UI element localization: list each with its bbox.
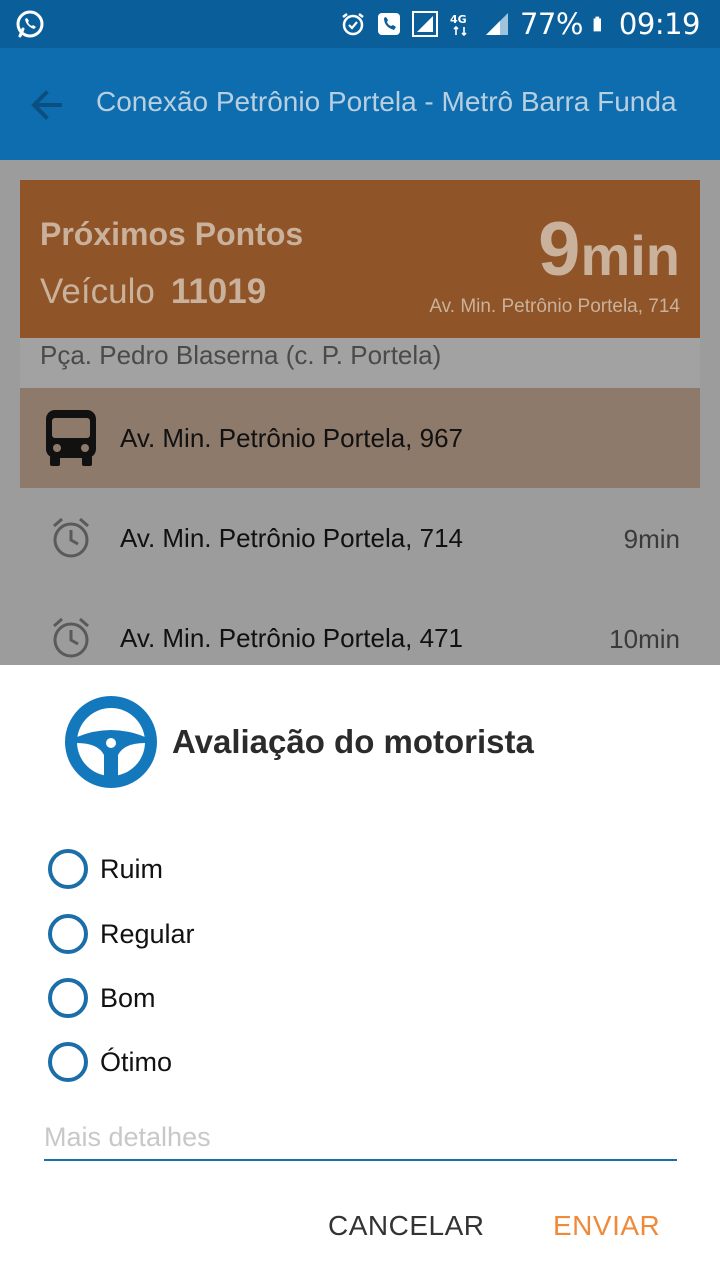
card-heading: Próximos Pontos <box>40 216 304 252</box>
details-input[interactable] <box>44 1115 677 1161</box>
battery-icon <box>593 16 601 32</box>
vehicle-info: Veículo 11019 <box>40 272 266 312</box>
whatsapp-icon <box>16 10 44 38</box>
eta-address: Av. Min. Petrônio Portela, 714 <box>429 296 680 317</box>
back-arrow-icon[interactable] <box>26 84 68 126</box>
stop-time: 9min <box>623 524 680 554</box>
cancel-button[interactable]: CANCELAR <box>328 1210 484 1242</box>
radio-button[interactable] <box>48 978 88 1018</box>
next-stops-card: Próximos Pontos Veículo 11019 9min Av. Mi… <box>20 180 700 338</box>
radio-label: Ótimo <box>100 1046 173 1077</box>
list-item[interactable]: Pça. Pedro Blaserna (c. P. Portela) <box>20 338 700 388</box>
alarm-icon <box>342 13 364 36</box>
driver-rating-dialog: Avaliação do motorista Ruim Regular Bom … <box>0 665 720 1280</box>
radio-label: Regular <box>100 918 195 949</box>
radio-option-bom[interactable]: Bom <box>48 978 156 1018</box>
radio-label: Bom <box>100 982 156 1013</box>
alarm-icon <box>53 517 89 558</box>
stop-time: 10min <box>609 624 680 654</box>
bus-icon <box>46 410 96 466</box>
phone-icon <box>377 13 400 35</box>
battery-percent: 77% <box>519 7 583 41</box>
eta-display: 9min <box>538 206 680 293</box>
list-item[interactable]: Av. Min. Petrônio Portela, 967 <box>20 388 700 488</box>
4g-icon: 4G <box>450 13 467 37</box>
signal-icon <box>411 11 438 37</box>
radio-button[interactable] <box>48 914 88 954</box>
radio-option-ruim[interactable]: Ruim <box>48 849 163 889</box>
send-button[interactable]: ENVIAR <box>553 1210 660 1242</box>
stop-name: Av. Min. Petrônio Portela, 967 <box>120 423 464 453</box>
stop-name: Pça. Pedro Blaserna (c. P. Portela) <box>40 340 442 370</box>
route-content: Próximos Pontos Veículo 11019 9min Av. Mi… <box>0 160 720 665</box>
vehicle-number: 11019 <box>170 272 267 311</box>
eta-unit: min <box>580 224 680 287</box>
clock: 09:19 <box>618 7 701 41</box>
vehicle-label: Veículo <box>40 272 155 311</box>
radio-label: Ruim <box>100 853 164 884</box>
stop-name: Av. Min. Petrônio Portela, 714 <box>120 523 464 553</box>
signal-bars-icon <box>485 13 508 35</box>
stop-name: Av. Min. Petrônio Portela, 471 <box>120 623 464 653</box>
radio-option-regular[interactable]: Regular <box>48 914 195 954</box>
radio-option-otimo[interactable]: Ótimo <box>48 1042 172 1082</box>
radio-button[interactable] <box>48 849 88 889</box>
svg-text:4G: 4G <box>450 13 467 26</box>
dialog-title: Avaliação do motorista <box>172 723 534 760</box>
radio-button[interactable] <box>48 1042 88 1082</box>
eta-value: 9 <box>538 207 581 292</box>
app-bar: Conexão Petrônio Portela - Metrô Barra F… <box>0 48 720 160</box>
steering-wheel-icon <box>65 696 157 788</box>
status-bar: 4G 77% 09:19 <box>0 0 720 48</box>
alarm-icon <box>53 617 89 658</box>
list-item[interactable]: Av. Min. Petrônio Portela, 714 9min <box>20 488 700 588</box>
page-title: Conexão Petrônio Portela - Metrô Barra F… <box>96 86 677 117</box>
